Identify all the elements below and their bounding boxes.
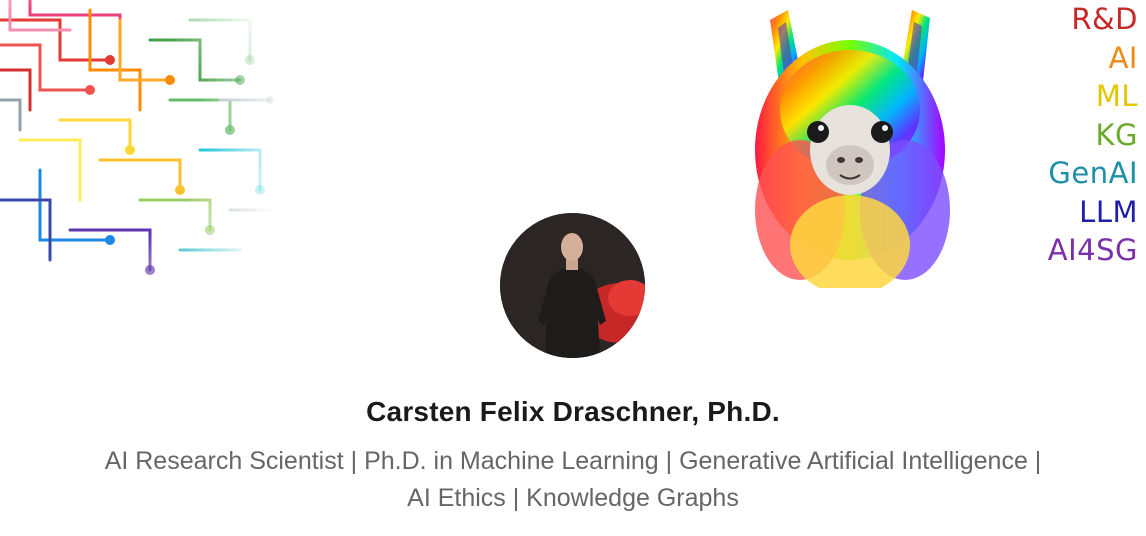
profile-avatar[interactable] bbox=[500, 213, 645, 358]
profile-photo-icon bbox=[500, 213, 645, 358]
banner-tag: AI bbox=[1108, 40, 1138, 75]
banner-tag: LLM bbox=[1079, 194, 1138, 229]
banner-tag: ML bbox=[1095, 79, 1138, 113]
banner-tag: GenAI bbox=[1048, 156, 1138, 190]
rainbow-llama-art bbox=[755, 10, 950, 288]
circuit-brain-art bbox=[0, 0, 277, 275]
profile-headline: AI Research Scientist | Ph.D. in Machine… bbox=[104, 447, 1042, 512]
profile-name: Carsten Felix Draschner, Ph.D. bbox=[366, 396, 780, 427]
banner-tag: R&D bbox=[1071, 2, 1138, 36]
banner-tag: KG bbox=[1095, 117, 1138, 152]
banner-tag: AI4SG bbox=[1047, 233, 1138, 267]
banner-tag-list: R&D AI ML KG GenAI LLM AI4SG bbox=[998, 0, 1138, 270]
